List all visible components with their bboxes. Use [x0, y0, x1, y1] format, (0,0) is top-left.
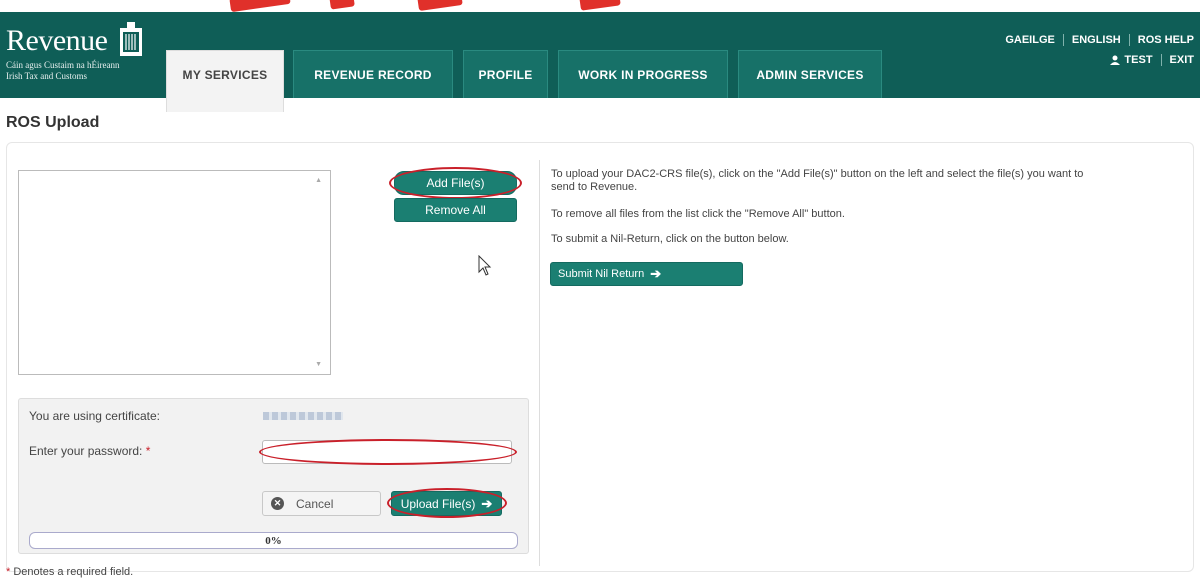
user-icon	[1110, 55, 1121, 65]
top-annotation-strip	[0, 0, 1200, 12]
password-input[interactable]	[262, 440, 512, 464]
instruction-line: send to Revenue.	[551, 181, 638, 193]
required-mark: *	[145, 444, 151, 458]
gaeilge-link[interactable]: GAEILGE	[1005, 34, 1055, 46]
tab-work-in-progress[interactable]: WORK IN PROGRESS	[558, 50, 728, 98]
required-field-note: * Denotes a required field.	[6, 566, 133, 578]
instruction-add: To upload your DAC2-CRS file(s), click o…	[551, 168, 1083, 194]
arrow-right-icon: ➔	[481, 495, 493, 511]
scroll-down-icon[interactable]: ▼	[315, 361, 322, 368]
submit-nil-label: Submit Nil Return	[558, 268, 645, 280]
logo-subtitle-irish: Cáin agus Custaim na hÉireann	[6, 60, 120, 70]
site-header: Revenue Cáin agus Custaim na hÉireann Ir…	[0, 12, 1200, 112]
remove-all-button[interactable]: Remove All	[394, 198, 517, 222]
tab-label: PROFILE	[478, 67, 533, 82]
password-label: Enter your password: *	[29, 444, 150, 458]
logo-word: Revenue	[6, 24, 108, 57]
remove-all-label: Remove All	[425, 203, 486, 217]
tab-my-services[interactable]: MY SERVICES	[166, 50, 284, 112]
instruction-nil: To submit a Nil-Return, click on the but…	[551, 233, 789, 245]
user-links: TEST EXIT	[1110, 54, 1194, 66]
english-link[interactable]: ENGLISH	[1072, 34, 1121, 46]
tab-label: WORK IN PROGRESS	[578, 67, 708, 82]
harp-icon	[120, 22, 142, 56]
user-name-link[interactable]: TEST	[1124, 54, 1152, 66]
cancel-label: Cancel	[296, 496, 334, 511]
upload-progress-bar: 0%	[29, 532, 518, 549]
panel-divider	[539, 160, 540, 566]
tab-label: ADMIN SERVICES	[756, 67, 864, 82]
tab-label: MY SERVICES	[182, 67, 268, 82]
arrow-right-icon: ➔	[650, 266, 662, 281]
instruction-remove: To remove all files from the list click …	[551, 208, 845, 220]
submit-nil-return-button[interactable]: Submit Nil Return ➔	[550, 262, 743, 286]
upload-files-button[interactable]: Upload File(s) ➔	[391, 491, 502, 516]
tab-label: REVENUE RECORD	[314, 67, 432, 82]
page-title: ROS Upload	[6, 114, 100, 131]
cancel-button[interactable]: ✕ Cancel	[262, 491, 381, 516]
instruction-line: To upload your DAC2-CRS file(s), click o…	[551, 168, 1084, 180]
language-links: GAEILGE ENGLISH ROS HELP	[1005, 34, 1194, 46]
ros-help-link[interactable]: ROS HELP	[1138, 34, 1194, 46]
progress-text: 0%	[265, 534, 282, 547]
logo-subtitle-english: Irish Tax and Customs	[6, 71, 87, 81]
file-list[interactable]: ▲ ▼	[18, 170, 331, 375]
exit-link[interactable]: EXIT	[1170, 54, 1194, 66]
required-note-text: Denotes a required field.	[13, 566, 134, 578]
tab-revenue-record[interactable]: REVENUE RECORD	[293, 50, 453, 98]
tab-profile[interactable]: PROFILE	[463, 50, 548, 98]
certificate-value	[263, 412, 343, 420]
close-icon: ✕	[271, 497, 284, 510]
scroll-up-icon[interactable]: ▲	[315, 177, 322, 184]
required-mark: *	[6, 566, 11, 578]
tab-admin-services[interactable]: ADMIN SERVICES	[738, 50, 882, 98]
certificate-label: You are using certificate:	[29, 409, 160, 423]
add-files-button[interactable]: Add File(s)	[394, 171, 517, 195]
revenue-logo[interactable]: Revenue Cáin agus Custaim na hÉireann Ir…	[6, 20, 156, 100]
password-label-text: Enter your password:	[29, 444, 143, 458]
upload-files-label: Upload File(s)	[400, 496, 476, 511]
add-files-label: Add File(s)	[426, 176, 485, 190]
mouse-cursor-icon	[478, 255, 492, 276]
